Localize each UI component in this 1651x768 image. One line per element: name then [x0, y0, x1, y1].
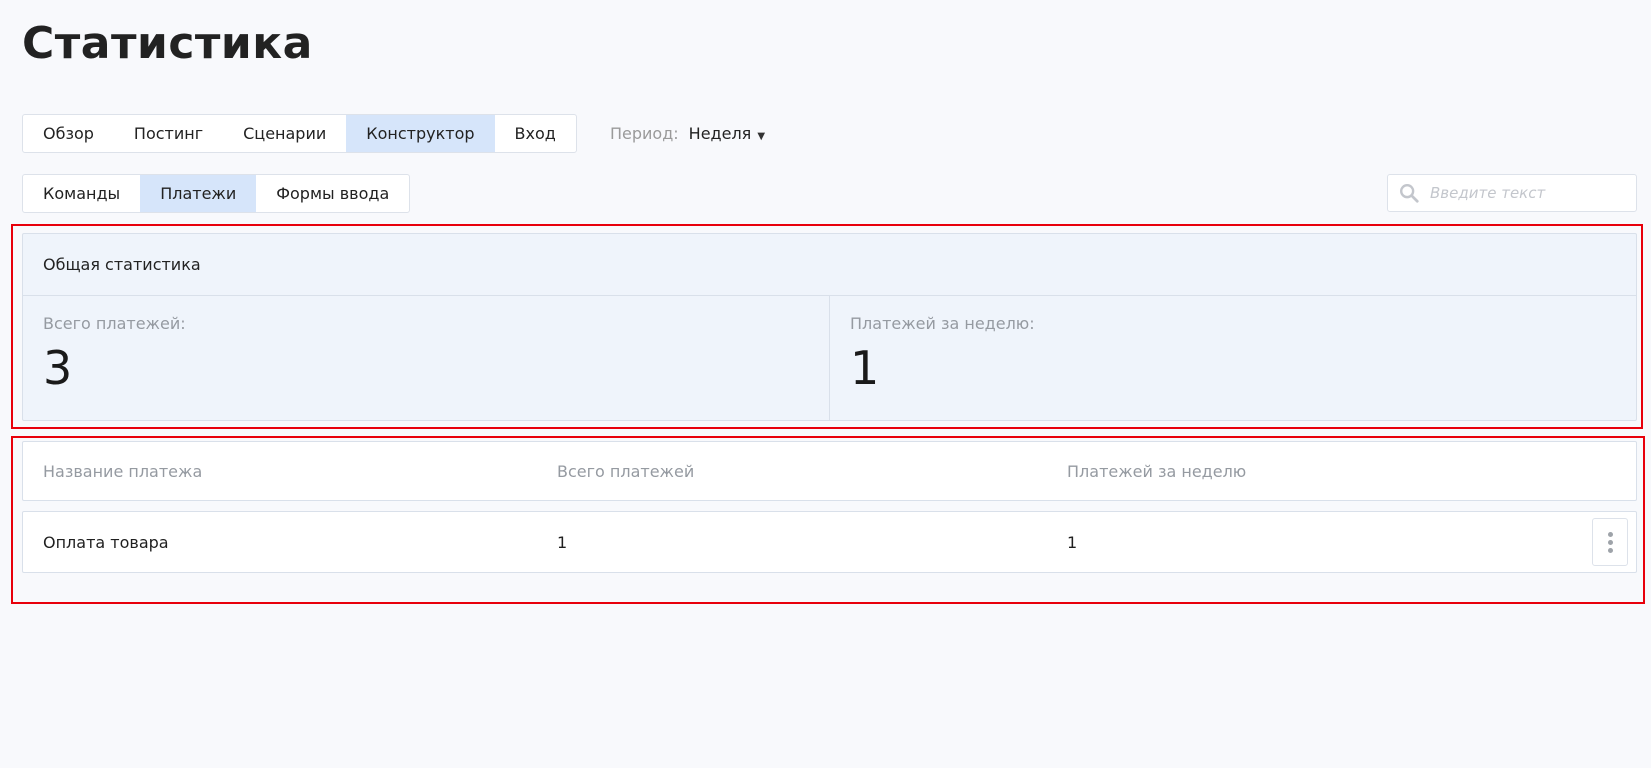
search-box [1387, 174, 1637, 212]
main-tabs: Обзор Постинг Сценарии Конструктор Вход [22, 114, 577, 153]
more-options-button[interactable] [1592, 518, 1628, 566]
period-label: Период: [610, 124, 679, 143]
tab-overview[interactable]: Обзор [23, 115, 114, 152]
period-dropdown[interactable]: Неделя ▼ [689, 124, 765, 143]
table-row[interactable]: Оплата товара 1 1 [22, 511, 1637, 573]
search-icon [1400, 184, 1419, 203]
tab-entry[interactable]: Вход [495, 115, 576, 152]
column-header-total: Всего платежей [557, 461, 695, 481]
general-stats-panel: Общая статистика Всего платежей: 3 Плате… [22, 233, 1637, 421]
sub-tabs: Команды Платежи Формы ввода [22, 174, 411, 213]
stats-header: Общая статистика [23, 234, 1636, 296]
stat-total-value: 3 [43, 341, 73, 395]
payment-total: 1 [557, 532, 568, 552]
more-dots-icon [1607, 531, 1613, 537]
stat-total-payments: Всего платежей: 3 [23, 296, 829, 420]
payment-week: 1 [1067, 532, 1078, 552]
stat-week-payments: Платежей за неделю: 1 [829, 296, 1636, 420]
page: Статистика Обзор Постинг Сценарии Констр… [0, 0, 1651, 768]
tab-constructor[interactable]: Конструктор [346, 115, 495, 152]
tab-input-forms[interactable]: Формы ввода [256, 175, 409, 212]
stat-total-label: Всего платежей: [43, 314, 186, 333]
search-input[interactable] [1430, 184, 1630, 202]
payment-name: Оплата товара [43, 532, 169, 552]
stat-week-value: 1 [850, 341, 880, 395]
period-value: Неделя [688, 124, 752, 143]
page-title: Статистика [22, 18, 313, 69]
stat-week-label: Платежей за неделю: [850, 314, 1035, 333]
column-header-week: Платежей за неделю [1067, 461, 1247, 481]
caret-down-icon[interactable]: ▼ [757, 131, 765, 142]
table-header: Название платежа Всего платежей Платежей… [22, 441, 1637, 501]
stats-body: Всего платежей: 3 Платежей за неделю: 1 [23, 296, 1636, 420]
column-header-name: Название платежа [43, 461, 203, 481]
tab-payments[interactable]: Платежи [140, 175, 257, 212]
tab-commands[interactable]: Команды [23, 175, 140, 212]
tab-posting[interactable]: Постинг [114, 115, 223, 152]
tab-scenarios[interactable]: Сценарии [223, 115, 346, 152]
period-selector: Период: Неделя ▼ [610, 124, 765, 143]
